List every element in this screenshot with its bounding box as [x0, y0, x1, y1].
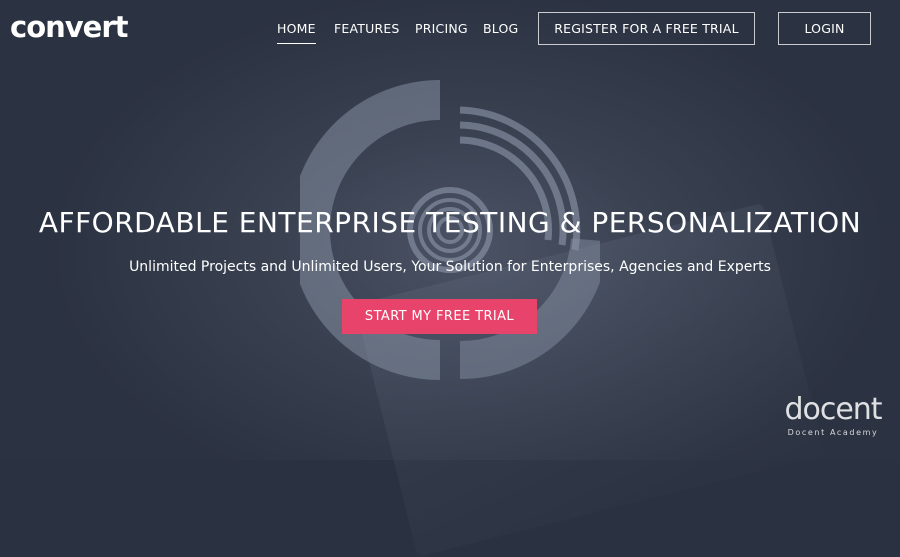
nav-home-link[interactable]: HOME: [277, 12, 316, 45]
hero-title: AFFORDABLE ENTERPRISE TESTING & PERSONAL…: [38, 206, 862, 239]
docent-academy-logo: docent Docent Academy: [783, 393, 883, 445]
start-free-trial-button[interactable]: START MY FREE TRIAL: [342, 299, 537, 334]
convert-logo[interactable]: convert: [10, 10, 128, 44]
watermark-mark: docent: [784, 392, 882, 427]
login-button[interactable]: LOGIN: [778, 12, 871, 45]
nav-features-link[interactable]: FEATURES: [334, 12, 400, 45]
hero-subtitle: Unlimited Projects and Unlimited Users, …: [129, 259, 771, 275]
watermark-caption: Docent Academy: [787, 428, 879, 437]
nav-blog-link[interactable]: BLOG: [483, 12, 518, 45]
nav-pricing-link[interactable]: PRICING: [415, 12, 468, 45]
register-free-trial-button[interactable]: REGISTER FOR A FREE TRIAL: [538, 12, 755, 45]
